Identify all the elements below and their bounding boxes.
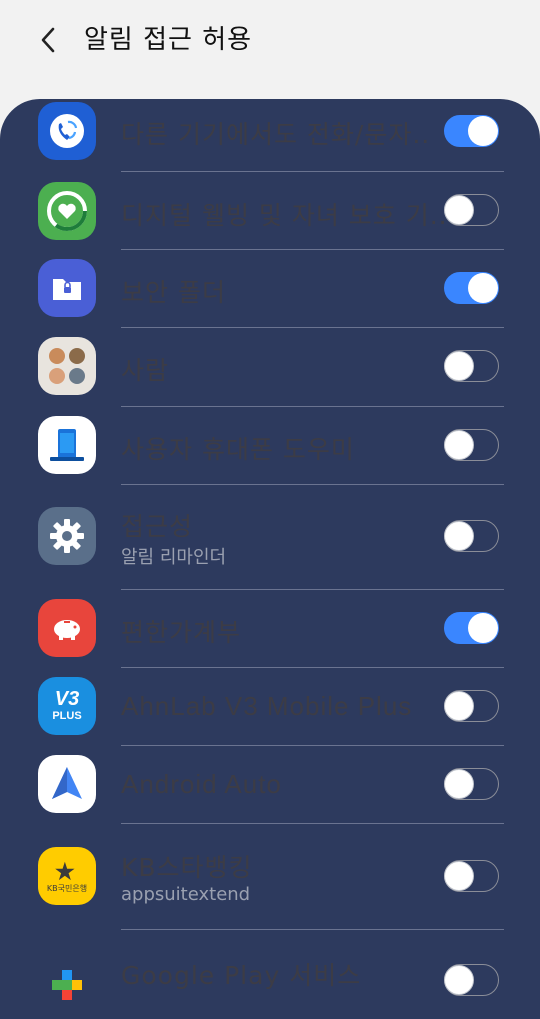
app-name: KB스타뱅킹 (121, 853, 253, 882)
secure-folder-icon (38, 259, 96, 317)
toggle-knob (444, 521, 474, 551)
notification-access-toggle[interactable] (444, 690, 499, 722)
toggle-knob (444, 430, 474, 460)
svg-text:★: ★ (55, 859, 75, 884)
settings-gear-icon (38, 507, 96, 565)
notification-access-toggle[interactable] (444, 194, 499, 226)
android-auto-icon (38, 755, 96, 813)
piggy-bank-icon (38, 599, 96, 657)
notification-access-toggle[interactable] (444, 860, 499, 892)
app-name: Google Play 서비스 (121, 961, 362, 990)
toggle-knob (468, 273, 498, 303)
list-item[interactable]: 사용자 휴대폰 도우미 (0, 407, 540, 485)
notification-access-toggle[interactable] (444, 429, 499, 461)
v3-plus-icon: V3 PLUS (38, 677, 96, 735)
notification-access-toggle[interactable] (444, 520, 499, 552)
list-item[interactable]: ★ KB국민은행 KB스타뱅킹 appsuitextend (0, 824, 540, 928)
phone-sync-icon (38, 102, 96, 160)
app-name: 사람 (121, 356, 170, 385)
app-name: 디지털 웰빙 및 자녀 보호 기.. (121, 201, 448, 230)
app-name: 편한가계부 (121, 618, 242, 647)
notification-access-toggle[interactable] (444, 115, 499, 147)
list-item[interactable]: Android Auto (0, 746, 540, 824)
app-list: 다른 기기에서도 전화/문자.. 디지털 웰빙 및 자녀 보호 기.. 보안 폴… (0, 99, 540, 1019)
toggle-knob (468, 116, 498, 146)
toggle-knob (444, 861, 474, 891)
toggle-knob (444, 965, 474, 995)
v3-logo-text: V3 (54, 688, 80, 710)
list-item[interactable]: 다른 기기에서도 전화/문자.. (0, 99, 540, 171)
phone-helper-icon (38, 416, 96, 474)
toggle-knob (444, 351, 474, 381)
page-title: 알림 접근 허용 (84, 25, 253, 55)
app-name: 사용자 휴대폰 도우미 (121, 435, 355, 464)
app-name: Android Auto (121, 769, 282, 799)
app-name: 보안 폴더 (121, 278, 226, 307)
notification-access-toggle[interactable] (444, 612, 499, 644)
list-item[interactable]: 사람 (0, 328, 540, 406)
notification-access-toggle[interactable] (444, 768, 499, 800)
list-item[interactable]: V3 PLUS AhnLab V3 Mobile Plus (0, 668, 540, 746)
app-name: 접근성 (121, 512, 194, 541)
kb-logo-text: KB국민은행 (46, 884, 88, 893)
app-bar: 알림 접근 허용 (0, 0, 540, 92)
toggle-knob (444, 769, 474, 799)
app-subtitle: 알림 리마인더 (121, 547, 227, 568)
plus-logo-text: PLUS (52, 710, 82, 722)
people-icon (38, 337, 96, 395)
app-name: AhnLab V3 Mobile Plus (121, 691, 413, 721)
kb-star-icon: ★ (55, 859, 75, 884)
google-play-services-icon (38, 950, 96, 1008)
digital-wellbeing-icon (38, 182, 96, 240)
back-button[interactable] (30, 20, 66, 60)
list-item[interactable]: Google Play 서비스 (0, 930, 540, 1008)
list-item[interactable]: 디지털 웰빙 및 자녀 보호 기.. (0, 172, 540, 250)
list-item[interactable]: 접근성 알림 리마인더 (0, 485, 540, 589)
notification-access-toggle[interactable] (444, 964, 499, 996)
toggle-knob (444, 691, 474, 721)
toggle-knob (444, 195, 474, 225)
notification-access-toggle[interactable] (444, 272, 499, 304)
app-name: 다른 기기에서도 전화/문자.. (121, 120, 431, 149)
toggle-knob (468, 613, 498, 643)
kb-bank-icon: ★ KB국민은행 (38, 847, 96, 905)
list-item[interactable]: 편한가계부 (0, 590, 540, 668)
chevron-left-icon (41, 27, 55, 53)
app-subtitle: appsuitextend (121, 884, 251, 905)
notification-access-toggle[interactable] (444, 350, 499, 382)
list-item[interactable]: 보안 폴더 (0, 250, 540, 327)
